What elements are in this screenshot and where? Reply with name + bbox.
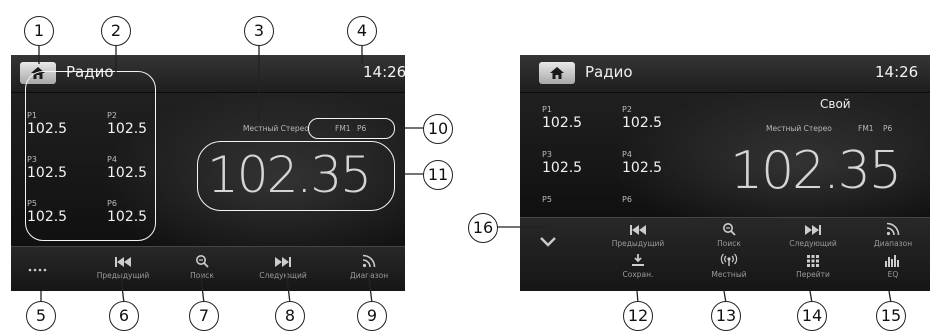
callout-marker: 5 [26,301,56,331]
callout-marker: 6 [109,301,139,331]
callout-marker: 14 [797,301,827,331]
callout-marker: 11 [423,160,453,190]
callout-marker: 9 [357,301,387,331]
callout-marker: 13 [711,301,741,331]
leader-lines [38,46,892,304]
callout-marker: 16 [468,213,498,243]
callout-marker: 4 [347,16,377,46]
callout-marker: 12 [623,301,653,331]
callout-marker: 10 [423,114,453,144]
callout-marker: 15 [876,301,906,331]
callout-marker: 3 [244,16,274,46]
callout-marker: 8 [275,301,305,331]
callout-marker: 2 [101,16,131,46]
callout-marker: 1 [24,16,54,46]
callout-marker: 7 [189,301,219,331]
